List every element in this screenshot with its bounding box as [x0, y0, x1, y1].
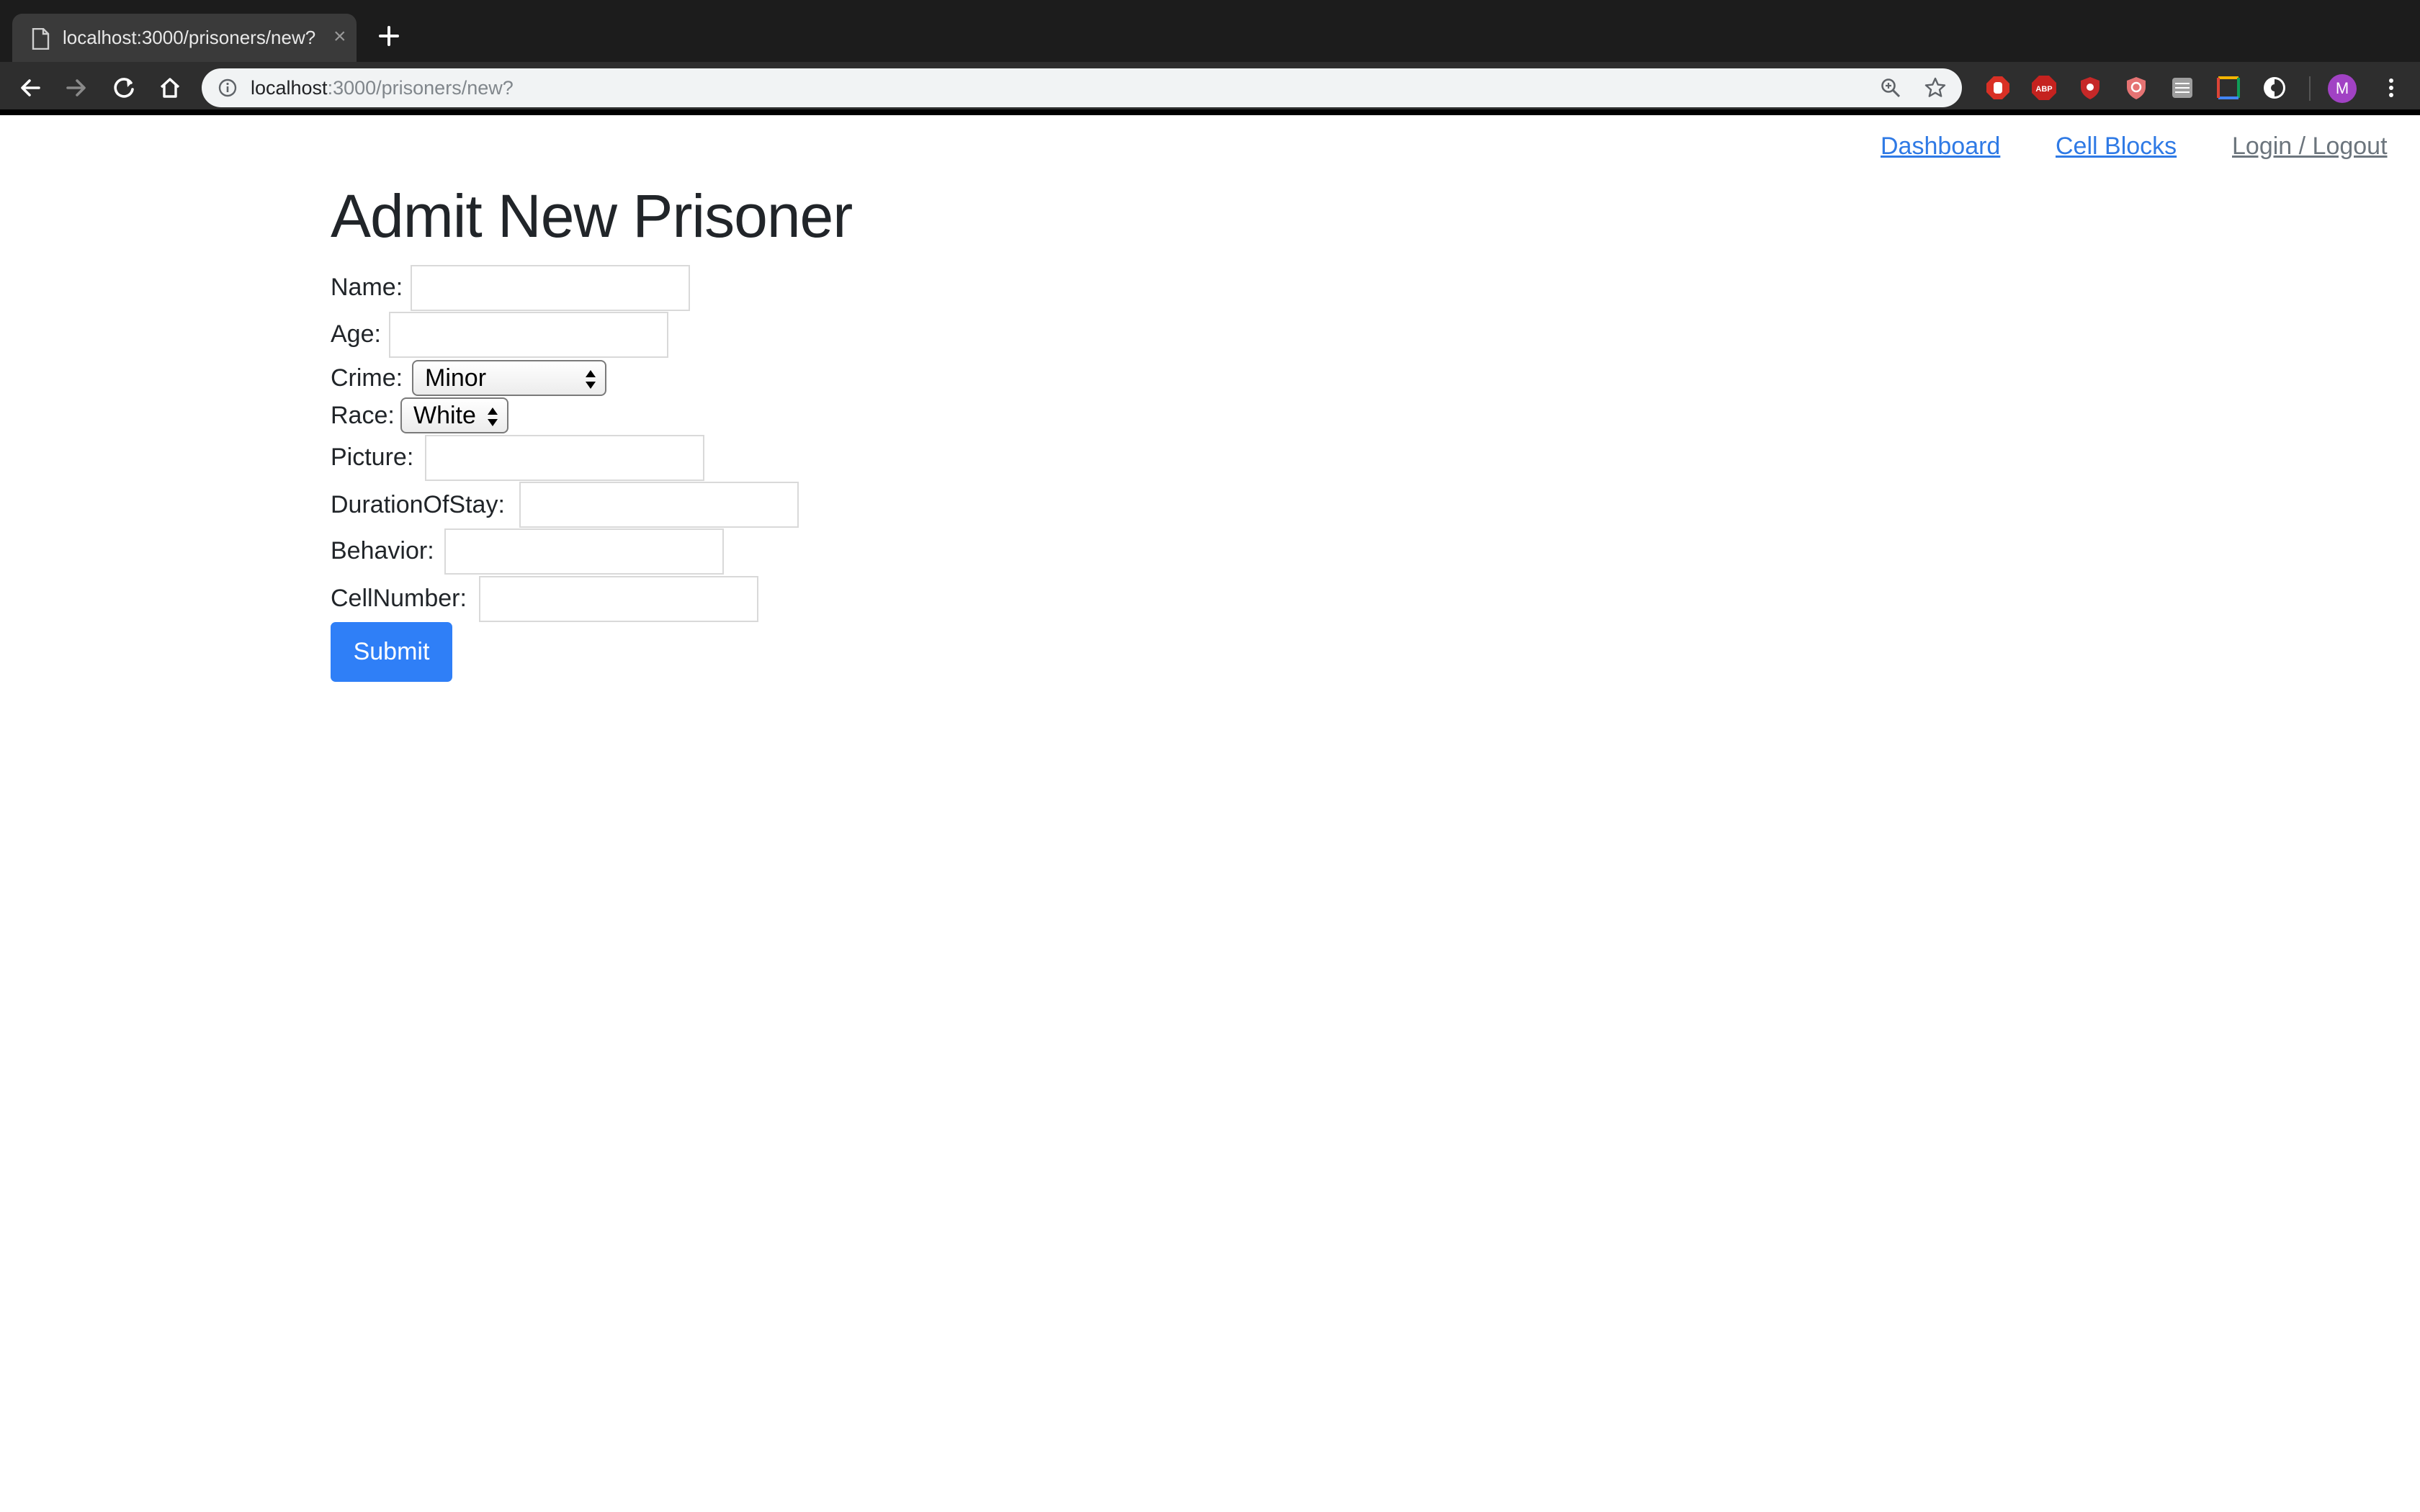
browser-tabstrip: localhost:3000/prisoners/new? ×	[0, 0, 2420, 62]
profile-avatar[interactable]: M	[2328, 74, 2357, 103]
url-text[interactable]: localhost:3000/prisoners/new?	[251, 77, 514, 99]
crime-label: Crime:	[331, 364, 403, 392]
age-label: Age:	[331, 320, 381, 348]
duration-of-stay-input[interactable]	[519, 482, 799, 528]
url-path: :3000/prisoners/new?	[327, 77, 514, 99]
behavior-label: Behavior:	[331, 537, 434, 564]
behavior-input[interactable]	[444, 528, 724, 575]
bookmark-star-icon[interactable]	[1923, 76, 1948, 100]
svg-text:ABP: ABP	[2035, 85, 2052, 94]
race-select[interactable]: White	[400, 397, 508, 433]
select-arrows-icon	[488, 408, 498, 426]
race-select-value: White	[413, 402, 476, 429]
nav-cell-blocks-link[interactable]: Cell Blocks	[2056, 132, 2177, 161]
shield-extension-icon[interactable]	[2077, 75, 2103, 101]
select-arrows-icon	[586, 370, 596, 389]
tab-title: localhost:3000/prisoners/new?	[63, 27, 316, 48]
browser-tab[interactable]: localhost:3000/prisoners/new? ×	[12, 14, 357, 62]
age-input[interactable]	[389, 312, 668, 358]
cell-number-input[interactable]	[479, 576, 758, 622]
tab-close-icon[interactable]: ×	[333, 25, 346, 48]
submit-button[interactable]: Submit	[331, 622, 452, 682]
browser-toolbar: localhost:3000/prisoners/new? ABP M	[0, 62, 2420, 114]
new-tab-icon[interactable]	[375, 22, 403, 50]
privacy-badge-icon[interactable]	[2123, 75, 2149, 101]
circle-extension-icon[interactable]	[2262, 75, 2287, 101]
home-icon[interactable]	[156, 73, 184, 102]
zoom-icon[interactable]	[1880, 77, 1901, 99]
toolbar-divider	[2309, 76, 2311, 101]
duration-of-stay-label: DurationOfStay:	[331, 491, 505, 518]
name-label: Name:	[331, 274, 403, 301]
cell-number-label: CellNumber:	[331, 585, 467, 612]
info-icon[interactable]	[218, 78, 238, 98]
back-arrow-icon[interactable]	[16, 73, 45, 102]
picture-label: Picture:	[331, 444, 414, 471]
race-label: Race:	[331, 402, 395, 429]
page-title: Admit New Prisoner	[331, 182, 853, 250]
address-bar[interactable]: localhost:3000/prisoners/new?	[202, 68, 1962, 107]
toolbar-bottom-border	[0, 109, 2420, 115]
crime-select[interactable]: Minor	[412, 360, 606, 396]
crime-select-value: Minor	[425, 364, 487, 392]
page-icon	[32, 28, 50, 50]
picture-input[interactable]	[425, 435, 704, 481]
name-input[interactable]	[411, 265, 690, 311]
grid-extension-icon[interactable]	[2169, 75, 2195, 101]
reload-icon[interactable]	[109, 73, 138, 102]
url-host: localhost	[251, 77, 328, 99]
colorful-square-icon[interactable]	[2215, 75, 2241, 101]
nav-dashboard-link[interactable]: Dashboard	[1881, 132, 2000, 161]
stop-hand-extension-icon[interactable]	[1985, 75, 2011, 101]
nav-login-logout-link[interactable]: Login / Logout	[2232, 132, 2388, 161]
kebab-menu-icon[interactable]	[2378, 75, 2404, 101]
forward-arrow-icon[interactable]	[62, 73, 91, 102]
adblock-plus-icon[interactable]: ABP	[2031, 75, 2057, 101]
